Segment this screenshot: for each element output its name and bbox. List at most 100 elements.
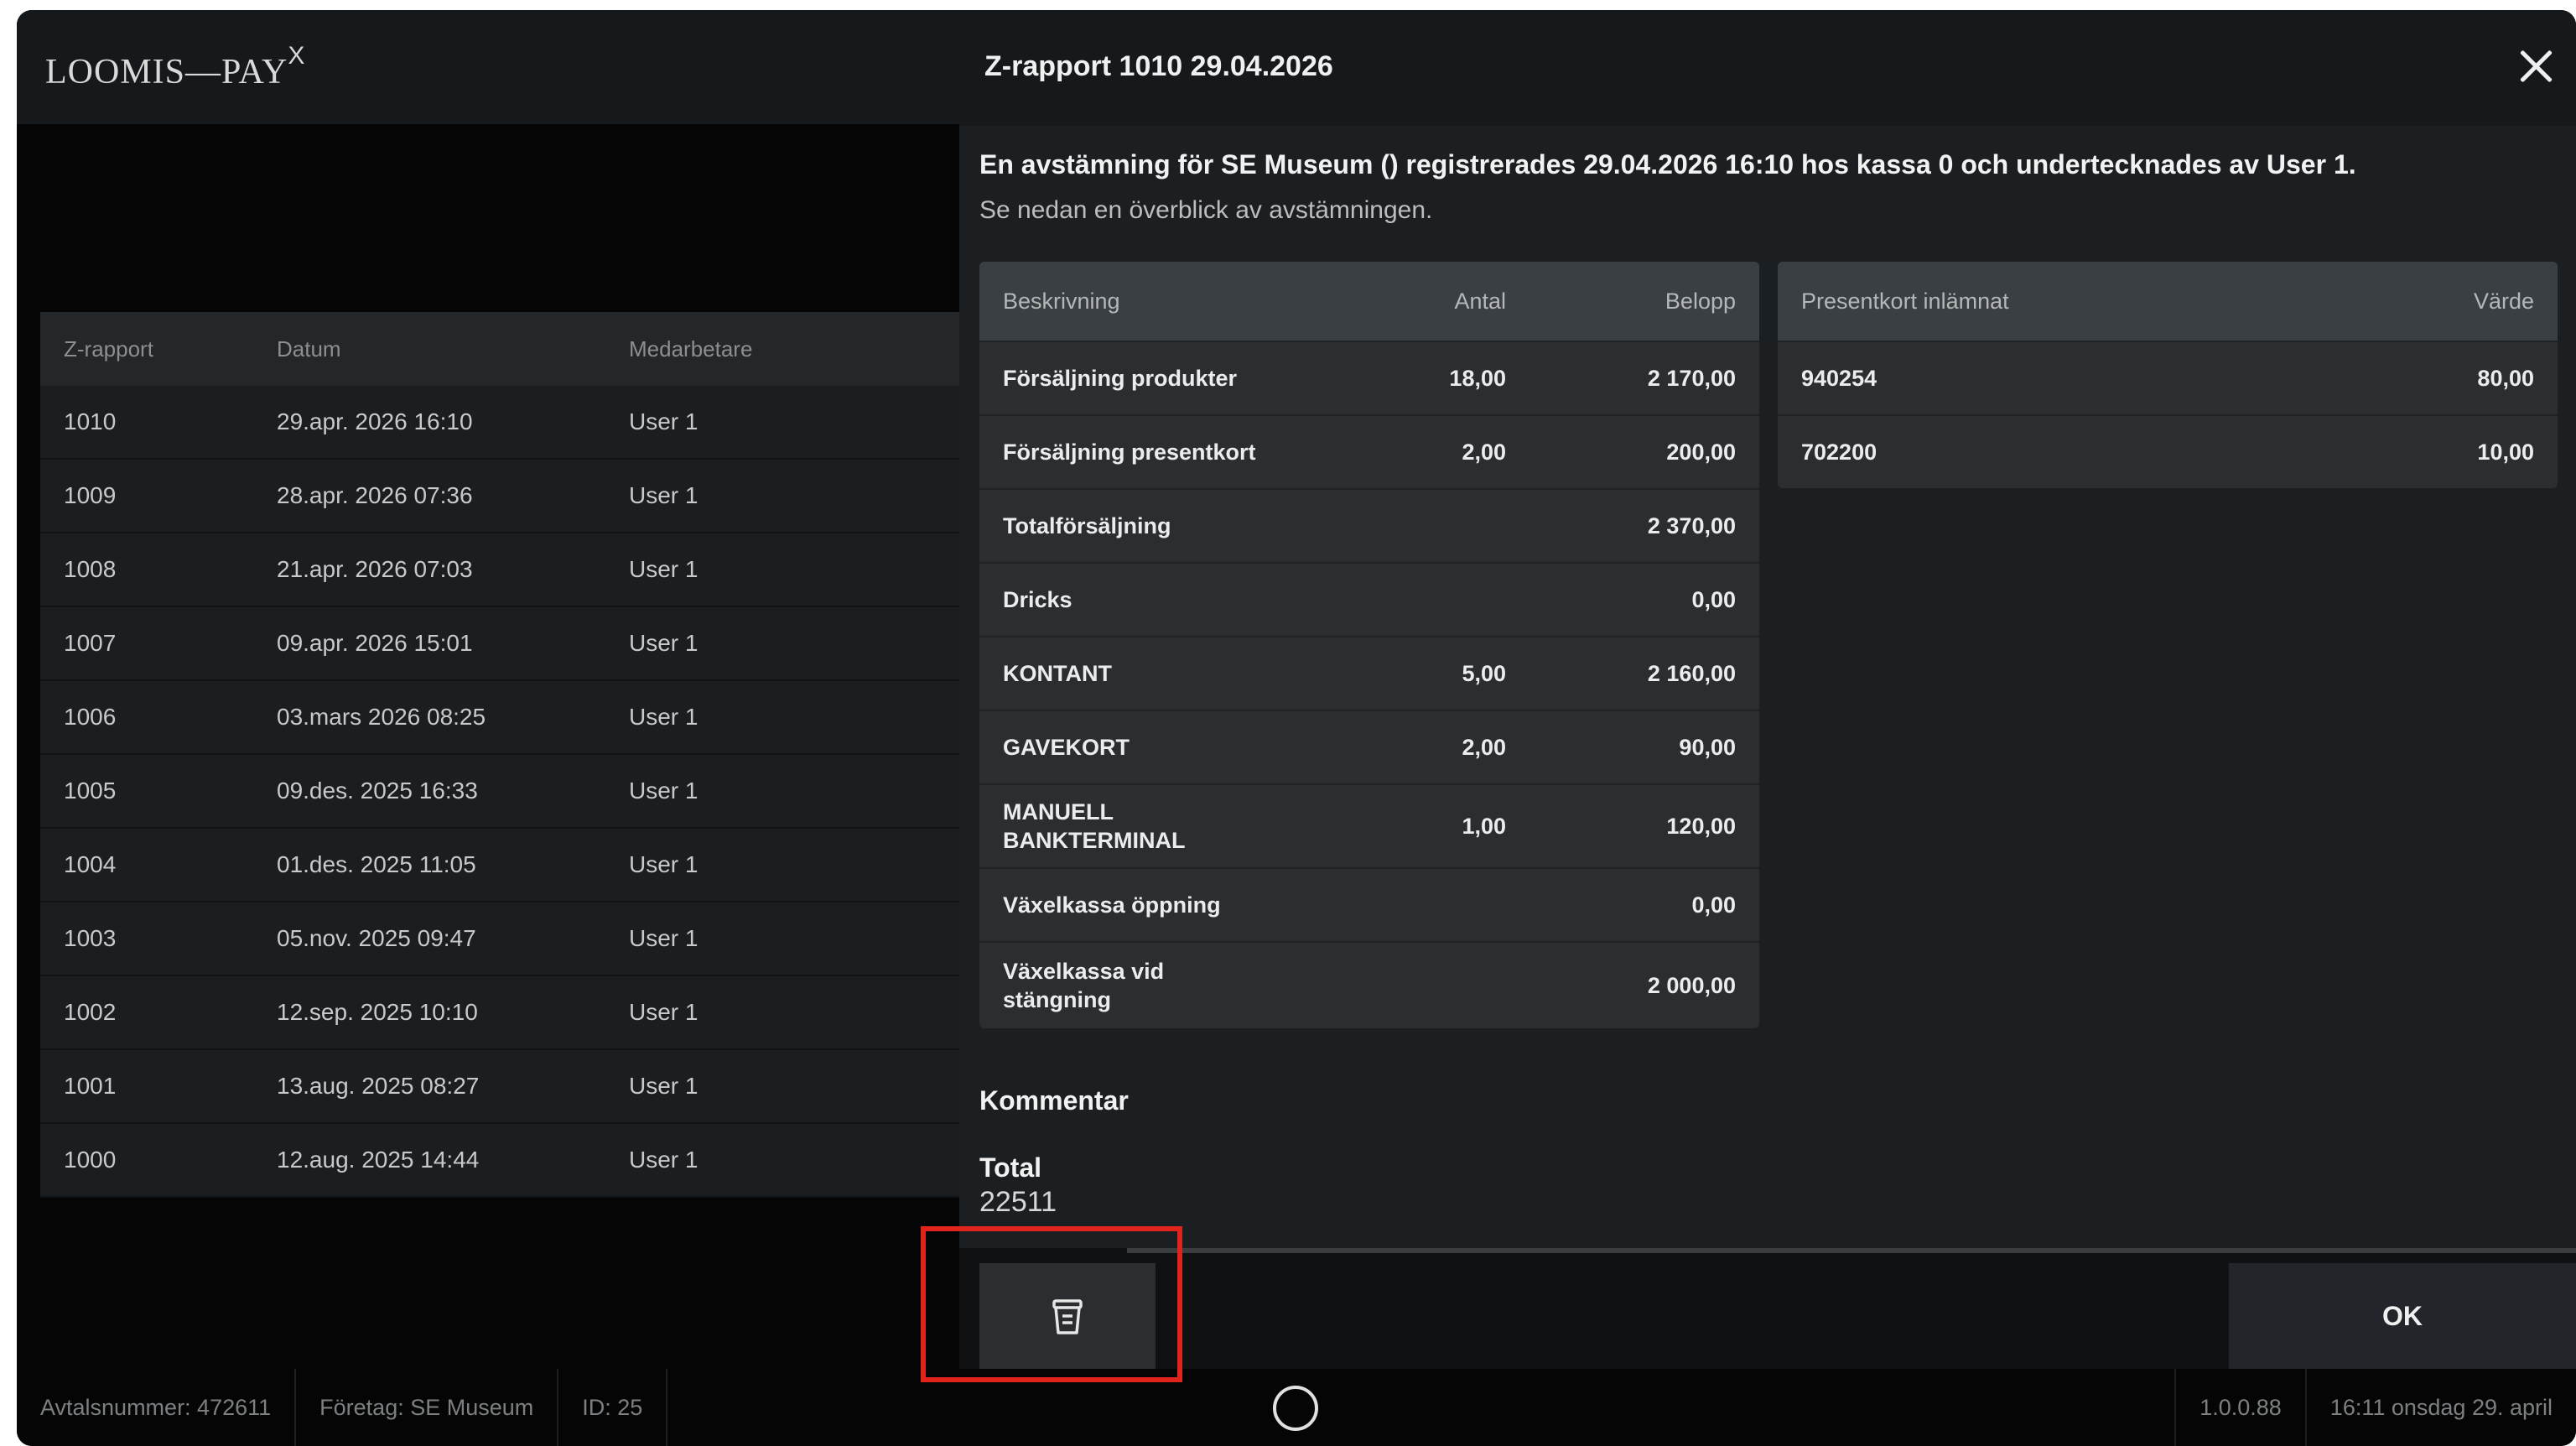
employee-cell: User 1: [629, 630, 699, 656]
summary-row: Försäljning produkter 18,00 2 170,00: [979, 341, 1759, 414]
z-number-cell: 1005: [64, 778, 117, 804]
summary-row: Försäljning presentkort 2,00 200,00: [979, 414, 1759, 488]
intro-subtext: Se nedan en överblick av avstämningen.: [979, 196, 1433, 224]
header-presentkort: Presentkort inlämnat: [1801, 288, 2009, 314]
summary-header: Beskrivning Antal Belopp: [979, 262, 1759, 341]
amount-cell: 2 000,00: [1647, 972, 1736, 998]
header-medarbetare: Medarbetare: [629, 335, 753, 362]
header-antal: Antal: [1454, 288, 1506, 314]
summary-row: GAVEKORT 2,00 90,00: [979, 710, 1759, 783]
quantity-cell: 5,00: [1462, 660, 1506, 686]
table-row[interactable]: 1006 03.mars 2026 08:25 User 1: [40, 681, 959, 755]
date-cell: 03.mars 2026 08:25: [277, 704, 486, 730]
employee-cell: User 1: [629, 704, 699, 730]
description-cell: Växelkassa vid stängning: [1003, 959, 1165, 1012]
date-cell: 12.aug. 2025 14:44: [277, 1147, 480, 1173]
amount-cell: 2 370,00: [1647, 512, 1736, 538]
description-cell: Dricks: [1003, 587, 1072, 612]
date-cell: 13.aug. 2025 08:27: [277, 1073, 480, 1099]
summary-table: Beskrivning Antal Belopp Försäljning pro…: [979, 262, 1759, 1028]
z-number-cell: 1006: [64, 704, 117, 730]
table-row[interactable]: 1005 09.des. 2025 16:33 User 1: [40, 755, 959, 829]
z-number-cell: 1002: [64, 999, 117, 1025]
summary-row: Dricks 0,00: [979, 562, 1759, 636]
description-cell: Växelkassa öppning: [1003, 892, 1221, 918]
amount-cell: 2 170,00: [1647, 365, 1736, 391]
table-row[interactable]: 1001 13.aug. 2025 08:27 User 1: [40, 1050, 959, 1124]
table-row[interactable]: 1000 12.aug. 2025 14:44 User 1: [40, 1124, 959, 1198]
top-bar: LOOMIS—PAYX: [17, 10, 959, 124]
date-cell: 01.des. 2025 11:05: [277, 851, 476, 877]
date-cell: 12.sep. 2025 10:10: [277, 999, 478, 1025]
summary-row: Totalförsäljning 2 370,00: [979, 488, 1759, 562]
z-report-table: Z-rapport Datum Medarbetare 1010 29.apr. …: [40, 312, 959, 1198]
summary-row: Växelkassa vid stängning 2 000,00: [979, 941, 1759, 1028]
z-report-dialog: Z-rapport 1010 29.04.2026 En avstämning …: [959, 10, 2576, 1369]
header-z-rapport: Z-rapport: [64, 335, 153, 362]
giftcard-header: Presentkort inlämnat Värde: [1778, 262, 2558, 341]
quantity-cell: 2,00: [1462, 439, 1506, 465]
loomis-pay-logo: LOOMIS—PAYX: [45, 42, 306, 91]
home-circle-icon[interactable]: [1273, 1386, 1318, 1431]
employee-cell: User 1: [629, 556, 699, 582]
dialog-title: Z-rapport 1010 29.04.2026: [984, 50, 1333, 82]
table-row[interactable]: 1010 29.apr. 2026 16:10 User 1: [40, 386, 959, 460]
table-row[interactable]: 1003 05.nov. 2025 09:47 User 1: [40, 902, 959, 976]
header-belopp: Belopp: [1665, 288, 1736, 314]
highlight-box: [921, 1226, 1182, 1382]
dialog-footer: OK: [959, 1248, 2576, 1369]
total-value: 22511: [979, 1186, 1057, 1218]
table-row[interactable]: 1002 12.sep. 2025 10:10 User 1: [40, 976, 959, 1050]
date-cell: 09.des. 2025 16:33: [277, 778, 478, 804]
employee-cell: User 1: [629, 778, 699, 804]
description-cell: Försäljning presentkort: [1003, 440, 1256, 465]
giftcard-row: 940254 80,00: [1778, 341, 2558, 414]
date-cell: 09.apr. 2026 15:01: [277, 630, 473, 656]
header-beskrivning: Beskrivning: [1003, 289, 1120, 314]
employee-cell: User 1: [629, 999, 699, 1025]
table-row[interactable]: 1004 01.des. 2025 11:05 User 1: [40, 829, 959, 902]
z-number-cell: 1010: [64, 408, 117, 434]
z-number-cell: 1003: [64, 925, 117, 951]
ok-button[interactable]: OK: [2229, 1263, 2576, 1369]
close-icon[interactable]: [2512, 44, 2559, 91]
terminal-id: ID: 25: [558, 1369, 668, 1446]
summary-row: Växelkassa öppning 0,00: [979, 867, 1759, 941]
table-header: Z-rapport Datum Medarbetare: [40, 312, 959, 386]
giftcard-value-cell: 80,00: [2477, 365, 2534, 391]
status-bar: Avtalsnummer: 472611 Företag: SE Museum …: [17, 1369, 2576, 1446]
header-varde: Värde: [2473, 288, 2534, 314]
date-cell: 28.apr. 2026 07:36: [277, 482, 473, 508]
z-number-cell: 1001: [64, 1073, 117, 1099]
quantity-cell: 1,00: [1462, 813, 1506, 839]
table-row[interactable]: 1007 09.apr. 2026 15:01 User 1: [40, 607, 959, 681]
z-number-cell: 1000: [64, 1147, 117, 1173]
total-label: Total: [979, 1152, 1042, 1183]
table-row[interactable]: 1009 28.apr. 2026 07:36 User 1: [40, 460, 959, 533]
comment-label: Kommentar: [979, 1085, 1129, 1116]
amount-cell: 2 160,00: [1647, 660, 1736, 686]
giftcard-number-cell: 940254: [1801, 365, 1877, 391]
header-datum: Datum: [277, 335, 341, 362]
employee-cell: User 1: [629, 925, 699, 951]
summary-row: KONTANT 5,00 2 160,00: [979, 636, 1759, 710]
employee-cell: User 1: [629, 482, 699, 508]
amount-cell: 200,00: [1666, 439, 1736, 465]
employee-cell: User 1: [629, 1073, 699, 1099]
amount-cell: 120,00: [1666, 813, 1736, 839]
description-cell: Försäljning produkter: [1003, 366, 1238, 391]
summary-row: MANUELL BANKTERMINAL 1,00 120,00: [979, 783, 1759, 867]
description-cell: GAVEKORT: [1003, 735, 1130, 760]
giftcard-value-cell: 10,00: [2477, 439, 2534, 465]
quantity-cell: 2,00: [1462, 734, 1506, 760]
z-number-cell: 1008: [64, 556, 117, 582]
table-row[interactable]: 1008 21.apr. 2026 07:03 User 1: [40, 533, 959, 607]
agreement-number: Avtalsnummer: 472611: [17, 1369, 297, 1446]
footer-divider: [1127, 1248, 2576, 1253]
company-name: Företag: SE Museum: [296, 1369, 559, 1446]
intro-text: En avstämning för SE Museum () registrer…: [979, 149, 2356, 179]
date-cell: 05.nov. 2025 09:47: [277, 925, 476, 951]
dialog-header: Z-rapport 1010 29.04.2026: [959, 10, 2576, 126]
date-cell: 21.apr. 2026 07:03: [277, 556, 473, 582]
z-number-cell: 1009: [64, 482, 117, 508]
